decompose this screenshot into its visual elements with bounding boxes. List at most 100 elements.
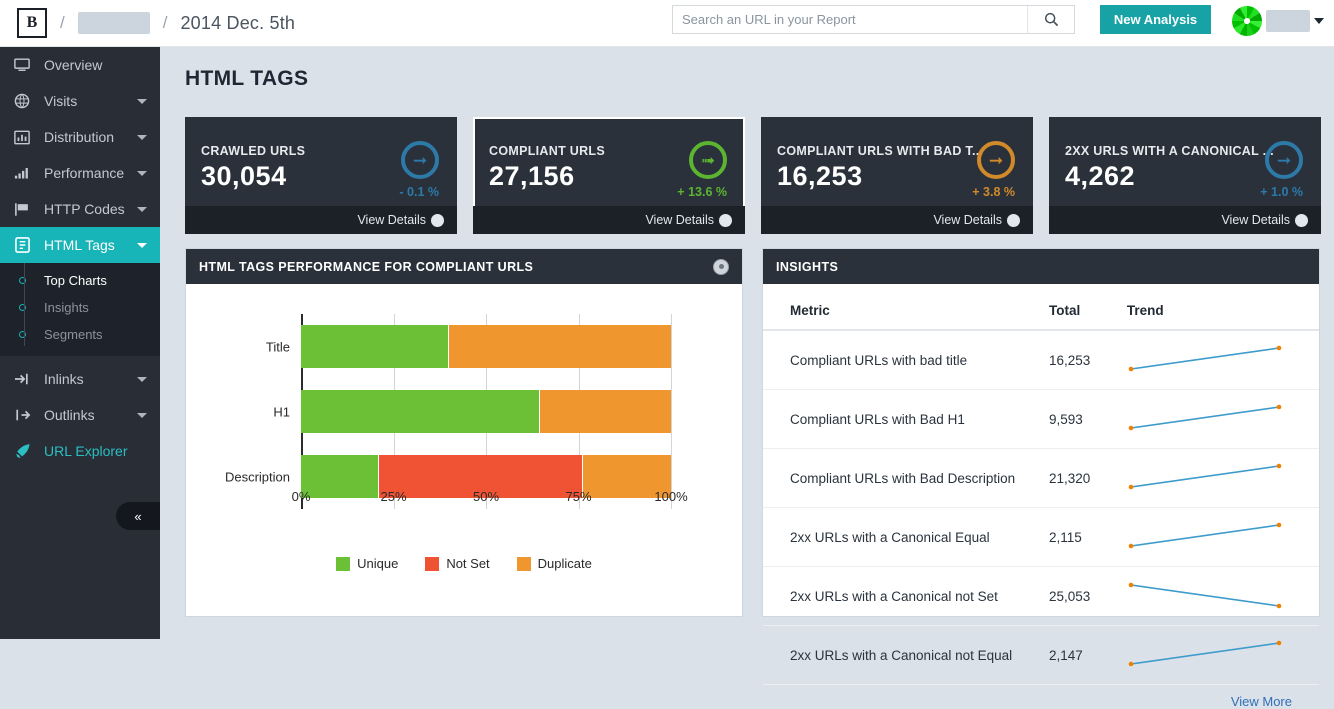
sparkline-down-icon: [1128, 582, 1282, 609]
sidebar-item-insights[interactable]: Insights: [0, 294, 160, 321]
cell-trend: [1126, 448, 1319, 508]
table-row[interactable]: 2xx URLs with a Canonical not Equal 2,147: [763, 625, 1319, 685]
kpi-card-view-details[interactable]: View Details ▾: [185, 206, 457, 234]
view-details-label: View Details: [933, 213, 1002, 227]
kpi-card-delta: + 13.6 %: [677, 185, 727, 199]
kpi-card-compliant-urls[interactable]: COMPLIANT URLS 27,156 ➟ + 13.6 % View De…: [473, 117, 745, 234]
chevron-down-icon[interactable]: [137, 242, 147, 248]
monitor-icon: [0, 58, 44, 72]
table-row[interactable]: Compliant URLs with Bad H1 9,593: [763, 389, 1319, 449]
kpi-card-value: 27,156: [489, 161, 575, 191]
kpi-card-view-details[interactable]: View Details ▾: [761, 206, 1033, 234]
chevron-circle-icon: ▾: [1295, 213, 1308, 227]
breadcrumb-project-redacted[interactable]: [77, 12, 150, 34]
page-title: HTML TAGS: [185, 67, 309, 90]
chart-segment-unique[interactable]: [301, 390, 540, 433]
table-row[interactable]: Compliant URLs with Bad Description 21,32…: [763, 448, 1319, 508]
table-row[interactable]: 2xx URLs with a Canonical Equal 2,115: [763, 507, 1319, 567]
trend-arrow-right-icon: ➞: [401, 141, 439, 179]
sidebar-item-performance[interactable]: Performance: [0, 155, 160, 191]
chart-x-tick: 50%: [472, 489, 500, 504]
legend-item-duplicate[interactable]: Duplicate: [516, 556, 592, 571]
new-analysis-button[interactable]: New Analysis: [1100, 5, 1211, 34]
legend-item-not-set[interactable]: Not Set: [425, 556, 490, 571]
column-header-metric: Metric: [763, 293, 1049, 331]
cell-total: 9,593: [1049, 389, 1127, 449]
user-menu[interactable]: [1232, 6, 1324, 36]
sidebar-item-segments[interactable]: Segments: [0, 321, 160, 348]
search-icon: [1044, 12, 1058, 27]
avatar[interactable]: [1232, 6, 1262, 36]
sidebar-item-label: Overview: [44, 57, 103, 73]
search-input[interactable]: [673, 6, 1027, 33]
kpi-card-label: COMPLIANT URLS WITH BAD T...: [777, 144, 984, 158]
kpi-card-crawled-urls[interactable]: CRAWLED URLS 30,054 ➞ - 0.1 % View Detai…: [185, 117, 457, 234]
chevron-down-icon[interactable]: [137, 134, 147, 140]
kpi-card-value: 16,253: [777, 161, 863, 191]
chevron-circle-icon: ▾: [1007, 213, 1020, 227]
kpi-card-2xx-canonical[interactable]: 2XX URLS WITH A CANONICAL ... 4,262 ➞ + …: [1049, 117, 1321, 234]
chevron-down-icon[interactable]: [1314, 18, 1324, 24]
table-row[interactable]: Compliant URLs with bad title 16,253: [763, 330, 1319, 390]
cell-metric: Compliant URLs with Bad H1: [763, 389, 1049, 449]
sidebar-item-top-charts[interactable]: Top Charts: [0, 267, 160, 294]
cell-trend: [1126, 507, 1319, 567]
sidebar-item-overview[interactable]: Overview: [0, 47, 160, 83]
sidebar-item-label: Visits: [44, 93, 78, 109]
sidebar-submenu-html-tags: Top Charts Insights Segments: [0, 263, 160, 356]
chevron-down-icon[interactable]: [137, 206, 147, 212]
stacked-bar-chart: Title H1 Description 0% 25% 50% 75% 100% Uniqu…: [186, 284, 742, 617]
chart-segment-unique[interactable]: [301, 455, 380, 498]
sidebar: Overview Visits Distribution Performance…: [0, 47, 160, 639]
breadcrumb-date[interactable]: 2014 Dec. 5th: [180, 13, 295, 34]
kpi-card-compliant-urls-bad-title[interactable]: COMPLIANT URLS WITH BAD T... 16,253 ➞ + …: [761, 117, 1033, 234]
chevron-circle-icon: ▾: [431, 213, 444, 227]
kpi-card-label: COMPLIANT URLS: [489, 144, 605, 158]
sidebar-item-url-explorer[interactable]: URL Explorer: [0, 433, 160, 469]
legend-item-unique[interactable]: Unique: [336, 556, 398, 571]
chevrons-left-icon: «: [134, 508, 142, 524]
view-more-link[interactable]: View More: [763, 685, 1319, 709]
chart-x-tick: 75%: [565, 489, 592, 504]
sparkline-up-icon: [1128, 522, 1282, 549]
legend-swatch: [336, 556, 351, 571]
chart-bar-title[interactable]: Title: [266, 325, 671, 368]
table-row[interactable]: 2xx URLs with a Canonical not Set 25,053: [763, 566, 1319, 626]
options-dot-icon[interactable]: [713, 258, 729, 275]
cell-metric: 2xx URLs with a Canonical Equal: [763, 507, 1049, 567]
chart-segment-duplicate[interactable]: [539, 390, 671, 433]
chart-x-tick: 100%: [654, 489, 688, 504]
kpi-card-view-details[interactable]: View Details ▾: [1049, 206, 1321, 234]
arrow-out-icon: [0, 408, 44, 422]
legend-label: Unique: [357, 556, 399, 571]
sidebar-item-distribution[interactable]: Distribution: [0, 119, 160, 155]
chart-segment-duplicate[interactable]: [449, 325, 671, 368]
sidebar-item-visits[interactable]: Visits: [0, 83, 160, 119]
sidebar-item-inlinks[interactable]: Inlinks: [0, 361, 160, 397]
kpi-card-body: COMPLIANT URLS 27,156 ➟ + 13.6 %: [473, 117, 745, 206]
chart-bar-h1[interactable]: H1: [273, 390, 671, 433]
html-tags-performance-panel: HTML TAGS PERFORMANCE FOR COMPLIANT URLS…: [185, 248, 743, 617]
sidebar-item-http-codes[interactable]: HTTP Codes: [0, 191, 160, 227]
chart-segment-unique[interactable]: [301, 325, 450, 368]
sidebar-item-outlinks[interactable]: Outlinks: [0, 397, 160, 433]
chevron-down-icon[interactable]: [137, 170, 147, 176]
search-button[interactable]: [1027, 6, 1074, 33]
chevron-down-icon[interactable]: [137, 412, 147, 418]
chart-gridline: [671, 314, 672, 509]
sidebar-subitem-label: Segments: [44, 327, 103, 342]
sidebar-collapse-button[interactable]: «: [116, 502, 160, 530]
cell-total: 25,053: [1049, 566, 1127, 626]
sidebar-item-html-tags[interactable]: HTML Tags: [0, 227, 160, 263]
kpi-card-label: 2XX URLS WITH A CANONICAL ...: [1065, 144, 1274, 158]
chevron-down-icon[interactable]: [137, 98, 147, 104]
kpi-card-view-details[interactable]: View Details ▾: [473, 206, 745, 234]
chevron-down-icon[interactable]: [137, 376, 147, 382]
view-details-label: View Details: [1221, 213, 1290, 227]
bullet-icon: [0, 277, 44, 284]
chart-bar-label: H1: [273, 404, 290, 419]
app-logo[interactable]: B: [17, 8, 47, 38]
html-tag-icon: [0, 237, 44, 253]
sparkline-up-icon: [1128, 345, 1282, 372]
chart-plot-area: Title H1 Description: [225, 314, 672, 509]
